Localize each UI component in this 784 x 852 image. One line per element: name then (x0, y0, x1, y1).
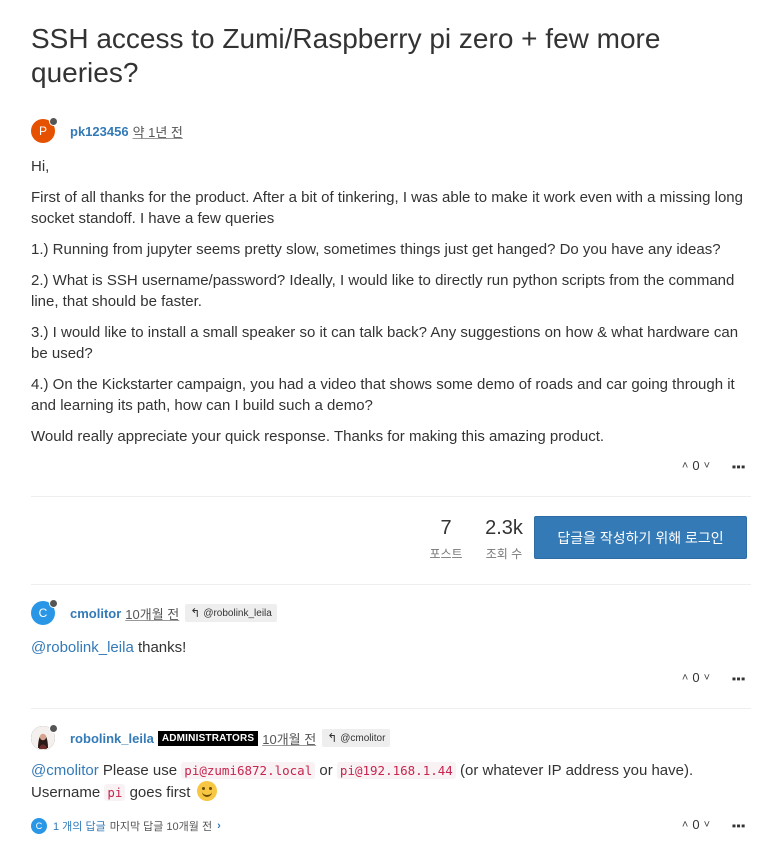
post-text: thanks! (133, 639, 187, 656)
avatar[interactable] (31, 724, 58, 750)
code-hostname: pi@zumi6872.local (181, 762, 316, 779)
reply-arrow-icon: ↰ (190, 606, 201, 620)
post-footer: ˄ 0 ˅ ⋮ (682, 458, 746, 473)
more-vertical-icon[interactable]: ⋮ (729, 671, 746, 685)
status-dot-icon (49, 117, 58, 126)
post-paragraph: 3.) I would like to install a small spea… (31, 324, 739, 362)
vote-control: ˄ 0 ˅ (682, 670, 710, 685)
status-dot-icon (49, 599, 58, 608)
post-timestamp[interactable]: 약 1년 전 (133, 122, 183, 141)
avatar-letter: P (38, 124, 47, 138)
divider (31, 708, 751, 709)
code-username: pi (104, 784, 126, 801)
post-footer: ˄ 0 ˅ ⋮ (682, 670, 746, 685)
post-cmolitor: C cmolitor 10개월 전 ↰ @robolink_leila @rob… (31, 599, 751, 668)
stat-views-label: 조회 수 (485, 547, 523, 561)
stat-posts-label: 포스트 (429, 547, 463, 561)
post-paragraph: 2.) What is SSH username/password? Ideal… (31, 272, 735, 310)
code-ip-address: pi@192.168.1.44 (336, 762, 456, 779)
post-text: (or whatever IP address you have). (455, 762, 694, 779)
login-to-reply-button[interactable]: 답글을 작성하기 위해 로그인 (534, 516, 747, 559)
post-content: Hi, First of all thanks for the product.… (31, 156, 751, 447)
post-paragraph: @cmolitor Please use pi@zumi6872.local o… (31, 760, 751, 803)
post-timestamp[interactable]: 10개월 전 (125, 604, 179, 623)
reply-to-chip[interactable]: ↰ @robolink_leila (185, 604, 277, 622)
post-paragraph: 1.) Running from jupyter seems pretty sl… (31, 241, 721, 258)
avatar-letter: C (38, 606, 48, 620)
post-header: P pk123456 약 1년 전 (31, 117, 751, 144)
reply-to-user: @cmolitor (340, 732, 386, 744)
chevron-up-icon[interactable]: ˄ (682, 819, 688, 831)
reply-count: 1 개의 답글 (53, 821, 106, 833)
avatar[interactable]: C (31, 599, 58, 625)
post-paragraph: First of all thanks for the product. Aft… (31, 189, 743, 227)
chevron-down-icon[interactable]: ˅ (704, 819, 710, 831)
chevron-right-icon: › (217, 820, 221, 832)
post-text: or (315, 762, 337, 779)
post-paragraph: @robolink_leila thanks! (31, 637, 751, 658)
reply-avatar: C (31, 818, 47, 834)
mention-link[interactable]: @cmolitor (31, 762, 99, 779)
chevron-down-icon[interactable]: ˅ (704, 672, 710, 684)
vote-count: 0 (692, 817, 700, 832)
status-dot-icon (49, 724, 58, 733)
divider (31, 584, 751, 585)
reply-to-user: @robolink_leila (203, 607, 272, 619)
post-text: goes first (125, 784, 195, 801)
avatar[interactable]: P (31, 117, 58, 143)
post-paragraph: Hi, (31, 158, 50, 175)
chevron-up-icon[interactable]: ˄ (682, 460, 688, 472)
more-vertical-icon[interactable]: ⋮ (729, 818, 746, 832)
username-link[interactable]: cmolitor (70, 606, 121, 621)
post-header: robolink_leila ADMINISTRATORS 10개월 전 ↰ @… (31, 724, 751, 751)
stat-views-value: 2.3k (485, 517, 523, 539)
post-content: @cmolitor Please use pi@zumi6872.local o… (31, 760, 751, 803)
smile-emoji-icon (196, 781, 217, 801)
post-text: Please use (98, 762, 182, 779)
vote-control: ˄ 0 ˅ (682, 817, 710, 832)
vote-control: ˄ 0 ˅ (682, 458, 710, 473)
last-reply-time: 마지막 답글 10개월 전 (109, 821, 213, 833)
post-header: C cmolitor 10개월 전 ↰ @robolink_leila (31, 599, 751, 626)
username-link[interactable]: pk123456 (70, 124, 129, 139)
replies-link[interactable]: C 1 개의 답글 마지막 답글 10개월 전 › (31, 818, 221, 834)
username-link[interactable]: robolink_leila (70, 731, 154, 746)
divider (31, 496, 751, 497)
mention-link[interactable]: @robolink_leila (31, 639, 134, 656)
post-content: @robolink_leila thanks! (31, 637, 751, 658)
administrators-badge[interactable]: ADMINISTRATORS (157, 730, 259, 746)
stat-posts: 7 포스트 (426, 516, 466, 562)
vote-count: 0 (692, 458, 700, 473)
reply-arrow-icon: ↰ (327, 731, 338, 745)
topic-title: SSH access to Zumi/Raspberry pi zero + f… (31, 23, 661, 88)
post-footer: ˄ 0 ˅ ⋮ (682, 817, 746, 832)
more-vertical-icon[interactable]: ⋮ (729, 459, 746, 473)
post-timestamp[interactable]: 10개월 전 (262, 729, 316, 748)
stat-posts-value: 7 (440, 517, 452, 539)
chevron-up-icon[interactable]: ˄ (682, 672, 688, 684)
reply-to-chip[interactable]: ↰ @cmolitor (322, 729, 391, 747)
post-text: Username (31, 784, 105, 801)
chevron-down-icon[interactable]: ˅ (704, 460, 710, 472)
post-paragraph: Would really appreciate your quick respo… (31, 428, 605, 445)
stat-views: 2.3k 조회 수 (480, 516, 528, 562)
vote-count: 0 (692, 670, 700, 685)
post-pk123456: P pk123456 약 1년 전 Hi, First of all thank… (31, 117, 751, 457)
post-paragraph: 4.) On the Kickstarter campaign, you had… (31, 376, 735, 414)
post-robolink-leila: robolink_leila ADMINISTRATORS 10개월 전 ↰ @… (31, 724, 751, 813)
